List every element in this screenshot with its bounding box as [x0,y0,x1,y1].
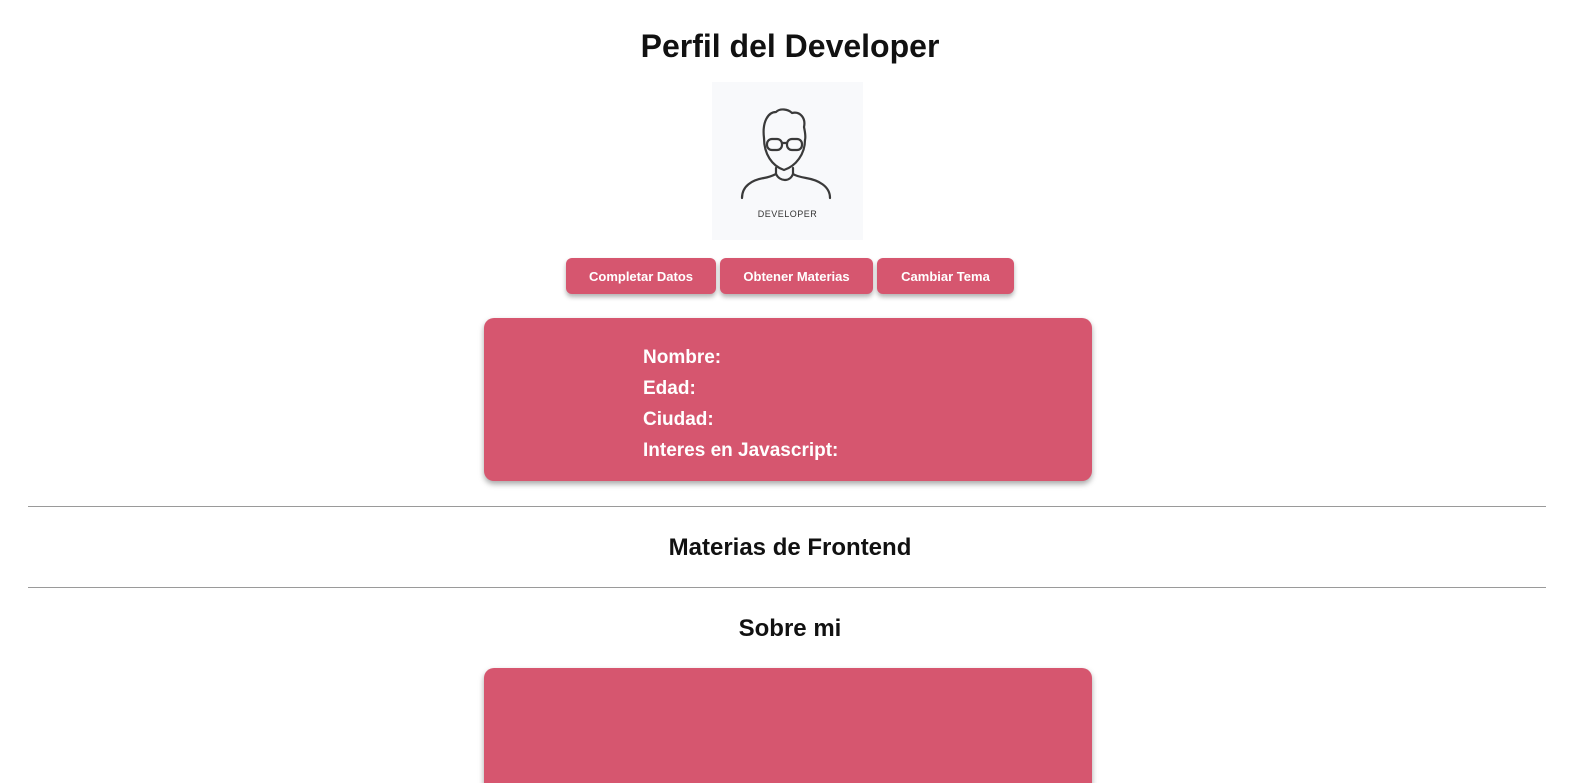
materias-section-title: Materias de Frontend [668,534,912,561]
field-edad: Edad: [643,378,696,399]
action-toolbar: Completar Datos Obtener Materias Cambiar… [0,258,1580,294]
field-nombre: Nombre: [643,347,722,368]
profile-field-list: Nombre: Edad: Ciudad: Interes en Javascr… [643,342,838,466]
divider [28,587,1546,588]
obtener-materias-button[interactable]: Obtener Materias [720,258,873,294]
cambiar-tema-button[interactable]: Cambiar Tema [877,258,1014,294]
field-ciudad: Ciudad: [643,409,714,430]
about-section-title: Sobre mi [738,615,842,642]
page-title: Perfil del Developer [640,28,940,64]
field-interes-javascript: Interes en Javascript: [643,440,839,461]
divider [28,506,1546,507]
profile-info-card: Nombre: Edad: Ciudad: Interes en Javascr… [484,318,1092,481]
developer-profile-page: Perfil del Developer DEVELOPER Completar [0,0,1580,783]
avatar: DEVELOPER [712,82,863,240]
completar-datos-button[interactable]: Completar Datos [566,258,716,294]
avatar-caption: DEVELOPER [757,209,818,219]
about-card [484,668,1092,783]
